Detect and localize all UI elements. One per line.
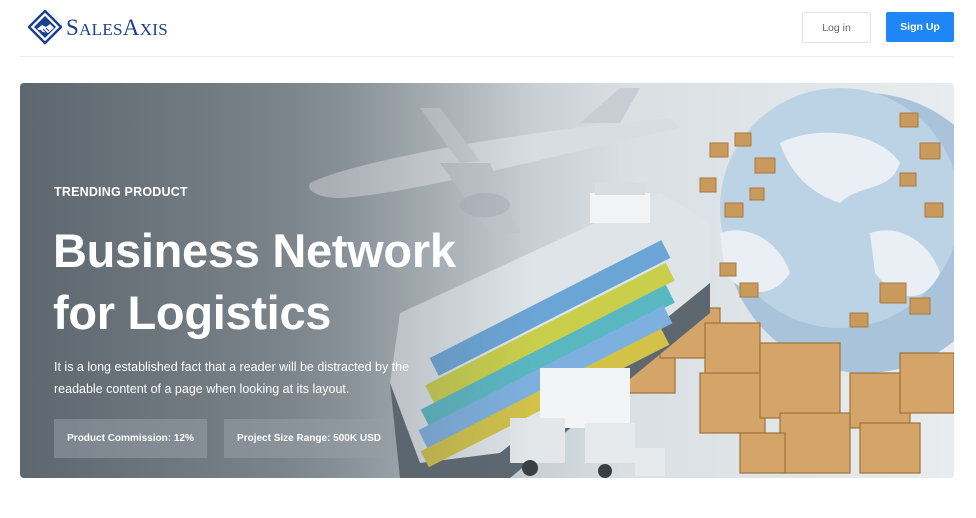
hero-description: It is a long established fact that a rea… (54, 360, 410, 396)
product-commission-badge: Product Commission: 12% (54, 419, 207, 458)
brand-logo[interactable]: SALESAXIS (28, 10, 168, 46)
hero-title-line-2: for Logistics (53, 286, 332, 339)
brand-name: SALESAXIS (66, 15, 169, 40)
project-size-badge: Project Size Range: 500K USD (224, 419, 394, 458)
site-header: SALESAXIS Log in Sign Up (20, 0, 954, 57)
handshake-diamond-icon (28, 10, 62, 45)
signup-button[interactable]: Sign Up (886, 12, 954, 42)
hero-title-line-1: Business Network (53, 224, 456, 277)
login-button[interactable]: Log in (802, 12, 871, 43)
hero-eyebrow: TRENDING PRODUCT (54, 185, 188, 199)
hero-banner: TRENDING PRODUCT Business Network for Lo… (20, 83, 954, 478)
hero-title: Business Network for Logistics (53, 220, 513, 344)
